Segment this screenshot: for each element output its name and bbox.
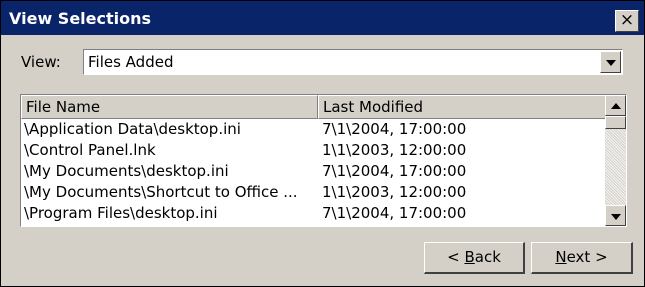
file-list[interactable]: File Name Last Modified \Application Dat… [20,94,627,227]
file-name-cell: \Program Files\desktop.ini [24,204,218,222]
list-rows: \Application Data\desktop.ini 7\1\2004, … [21,119,606,224]
scroll-down-icon [611,214,621,220]
list-item[interactable]: \Application Data\desktop.ini 7\1\2004, … [21,119,606,140]
list-item[interactable]: \My Documents\desktop.ini 7\1\2004, 17:0… [21,161,606,182]
list-item[interactable]: \Program Files\desktop.ini 7\1\2004, 17:… [21,203,606,224]
file-name-cell: \Application Data\desktop.ini [24,120,241,138]
back-button-prefix: < [447,248,465,266]
view-label: View: [21,53,61,71]
next-button-rest: ext > [566,248,608,266]
view-dropdown[interactable]: Files Added [83,49,623,75]
next-button-mnemonic: N [555,248,567,266]
last-modified-cell: 7\1\2004, 17:00:00 [322,162,467,180]
next-button[interactable]: Next > [531,242,633,274]
last-modified-cell: 1\1\2003, 12:00:00 [322,183,467,201]
last-modified-cell: 1\1\2003, 12:00:00 [322,141,467,159]
scroll-thumb[interactable] [605,116,626,129]
file-name-cell: \My Documents\Shortcut to Office ... [24,183,298,201]
column-header-last-modified[interactable]: Last Modified [318,95,606,119]
file-name-cell: \Control Panel.lnk [24,141,156,159]
scroll-down-button[interactable] [605,205,626,226]
list-item[interactable]: \My Documents\Shortcut to Office ... 1\1… [21,182,606,203]
window-title: View Selections [9,9,152,28]
back-button-rest: ack [474,248,501,266]
view-selections-dialog: View Selections × View: Files Added File… [0,0,645,287]
file-name-cell: \My Documents\desktop.ini [24,162,229,180]
back-button[interactable]: < Back [424,242,525,274]
last-modified-cell: 7\1\2004, 17:00:00 [322,204,467,222]
close-icon: × [619,10,635,30]
close-button[interactable]: × [615,10,639,32]
dropdown-button[interactable] [600,51,621,73]
title-bar: View Selections × [1,1,644,35]
view-dropdown-value: Files Added [88,53,174,71]
last-modified-cell: 7\1\2004, 17:00:00 [322,120,467,138]
vertical-scrollbar[interactable] [605,95,626,226]
scroll-up-icon [611,103,621,109]
column-header-file-name[interactable]: File Name [21,95,318,119]
back-button-mnemonic: B [464,248,475,266]
list-item[interactable]: \Control Panel.lnk 1\1\2003, 12:00:00 [21,140,606,161]
dropdown-arrow-icon [606,60,616,66]
list-header: File Name Last Modified [21,95,606,119]
scroll-up-button[interactable] [605,95,626,116]
